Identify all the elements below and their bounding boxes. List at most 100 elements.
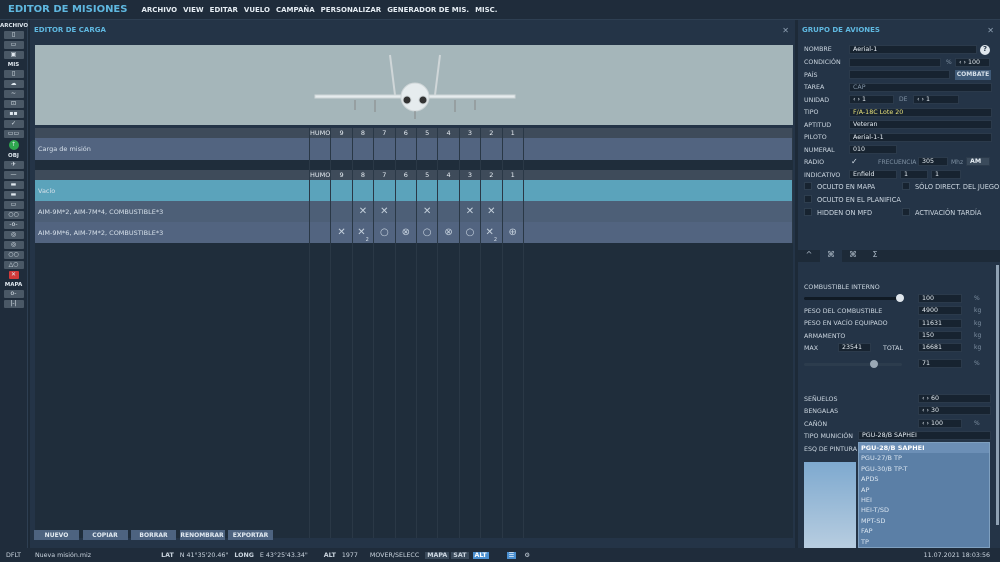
alt-toggle[interactable]: ALT — [472, 551, 489, 559]
pylon-cell[interactable]: ✕ — [481, 201, 503, 222]
menu-personalizar[interactable]: PERSONALIZAR — [321, 6, 382, 14]
pylon-cell[interactable] — [417, 138, 439, 160]
payload-tab-icon[interactable]: ⌘ — [820, 250, 842, 262]
menu-view[interactable]: VIEW — [183, 6, 204, 14]
condition-input[interactable]: ‹ › 100 — [955, 58, 990, 67]
map-key-icon[interactable]: o- — [3, 290, 24, 298]
profile-select[interactable]: DFLT — [6, 552, 21, 559]
pylon-cell[interactable]: ✕ — [353, 201, 375, 222]
pylon-cell[interactable]: ✕ — [331, 222, 353, 243]
layers-icon[interactable]: ☰ — [506, 551, 517, 559]
pylon-cell[interactable] — [331, 180, 353, 201]
pylon-cell[interactable]: ○ — [374, 222, 396, 243]
close-icon[interactable]: ✕ — [782, 26, 789, 35]
checkbox[interactable] — [902, 182, 910, 190]
fuel-slider-knob[interactable] — [896, 294, 904, 302]
check-icon[interactable]: ✓ — [3, 120, 24, 128]
pylon-cell[interactable]: ✕ — [460, 201, 482, 222]
ammo-option[interactable]: FAP — [859, 526, 989, 536]
pylon-cell[interactable] — [310, 222, 332, 243]
pylon-cell[interactable] — [310, 201, 332, 222]
pylon-cell[interactable]: ✕ — [374, 201, 396, 222]
help-icon[interactable]: ? — [980, 45, 990, 55]
flares-input[interactable]: ‹ › 30 — [918, 406, 991, 415]
combat-button[interactable]: COMBATE — [955, 70, 991, 80]
ammo-option[interactable]: PGU-27/B TP — [859, 453, 989, 463]
trigger-icon[interactable]: ⊡ — [3, 100, 24, 108]
pylon-cell[interactable]: ✕ 2 — [481, 222, 503, 243]
load-slider-knob[interactable] — [869, 360, 878, 368]
delete-icon[interactable]: ✕ — [8, 271, 19, 279]
ammo-option[interactable]: APDS — [859, 474, 989, 484]
weather-icon[interactable]: ☁ — [3, 80, 24, 88]
renombrar-button[interactable]: RENOMBRAR — [179, 530, 225, 540]
menu-vuelo[interactable]: VUELO — [244, 6, 270, 14]
route-icon[interactable]: ~ — [3, 90, 24, 98]
name-input[interactable]: Aerial-1 — [849, 45, 977, 54]
new-file-icon[interactable]: ▯ — [3, 31, 24, 39]
pylon-cell[interactable]: ⊗ — [396, 222, 417, 243]
unit-count-input[interactable]: ‹ › 1 — [913, 95, 959, 104]
type-select[interactable]: F/A-18C Lote 20 — [849, 108, 992, 117]
callsign-number-1[interactable]: 1 — [900, 170, 928, 179]
pylon-cell[interactable] — [438, 180, 460, 201]
ammo-option[interactable]: HEI — [859, 495, 989, 505]
pylon-cell[interactable] — [481, 138, 503, 160]
gear-icon[interactable]: ⚙ — [524, 552, 530, 559]
formation-icon[interactable]: △○ — [3, 261, 24, 269]
borrar-button[interactable]: BORRAR — [131, 530, 176, 540]
airfield-icon[interactable]: ○○ — [3, 251, 24, 259]
aircraft-icon[interactable]: ✈ — [3, 161, 24, 169]
open-folder-icon[interactable]: ▭ — [3, 41, 24, 49]
checkbox[interactable] — [804, 182, 812, 190]
waypoint-icon[interactable]: -o- — [3, 221, 24, 229]
pylon-cell[interactable] — [353, 180, 375, 201]
loadout-row[interactable]: AIM-9M*6, AIM-7M*2, COMBUSTIBLE*3 ✕ ✕ 2 ○ ⊗ ○ ⊗… — [35, 222, 793, 243]
fuel-slider[interactable] — [804, 294, 904, 302]
pylon-cell[interactable]: ⊕ — [503, 222, 524, 243]
pilot-input[interactable]: Aerial-1-1 — [849, 133, 992, 142]
aircraft-preview[interactable] — [35, 45, 793, 125]
pylon-cell[interactable] — [481, 180, 503, 201]
menu-generador-de-mis-[interactable]: GENERADOR DE MIS. — [387, 6, 469, 14]
pylon-cell[interactable] — [396, 201, 417, 222]
pylon-cell[interactable] — [438, 138, 460, 160]
sat-toggle[interactable]: SAT — [451, 551, 469, 559]
pylon-cell[interactable] — [310, 138, 332, 160]
copiar-button[interactable]: COPIAR — [82, 530, 128, 540]
ammo-option[interactable]: MPT-SD — [859, 516, 989, 526]
summary-tab-icon[interactable]: Σ — [864, 250, 886, 262]
fuel-weight-input[interactable]: 4900 — [918, 306, 962, 315]
pylon-cell[interactable] — [331, 138, 353, 160]
checkbox[interactable] — [804, 208, 812, 216]
gun-input[interactable]: ‹ › 100 — [918, 419, 962, 428]
numeral-input[interactable]: 010 — [849, 145, 897, 154]
condition-slider-field[interactable] — [849, 58, 941, 67]
pylon-cell[interactable] — [396, 138, 417, 160]
callsign-number-2[interactable]: 1 — [931, 170, 961, 179]
template-icon[interactable]: ○○ — [3, 211, 24, 219]
menu-editar[interactable]: EDITAR — [210, 6, 238, 14]
country-select[interactable] — [849, 70, 950, 79]
load-slider[interactable] — [804, 360, 902, 368]
pylon-cell[interactable] — [396, 180, 417, 201]
task-select[interactable]: CAP — [849, 83, 992, 92]
pylon-cell[interactable] — [331, 201, 353, 222]
pylon-cell[interactable] — [438, 201, 460, 222]
helicopter-icon[interactable]: — — [3, 171, 24, 179]
pylon-cell[interactable]: ✕ 2 — [353, 222, 375, 243]
flights-icon[interactable]: ▭▭ — [3, 130, 24, 138]
ship-icon[interactable]: ▬ — [3, 181, 24, 189]
loadout-row[interactable]: AIM-9M*2, AIM-7M*4, COMBUSTIBLE*3 ✕ ✕ ✕ ✕ ✕ — [35, 201, 793, 222]
briefing-icon[interactable]: ▯ — [3, 70, 24, 78]
pylon-cell[interactable]: ○ — [417, 222, 439, 243]
menu-archivo[interactable]: ARCHIVO — [141, 6, 177, 14]
fuel-pct-input[interactable]: 100 — [918, 294, 962, 303]
map-toggle[interactable]: MAPA — [425, 551, 450, 559]
pylon-cell[interactable]: ○ — [460, 222, 482, 243]
callsign-select[interactable]: Enfield — [849, 170, 897, 179]
menu-misc-[interactable]: MISC. — [475, 6, 497, 14]
pylon-cell[interactable] — [417, 180, 439, 201]
ammo-type-dropdown[interactable]: PGU-28/B SAPHEI PGU-27/B TP PGU-30/B TP-T A… — [858, 442, 990, 548]
ruler-icon[interactable]: |-| — [3, 300, 24, 308]
